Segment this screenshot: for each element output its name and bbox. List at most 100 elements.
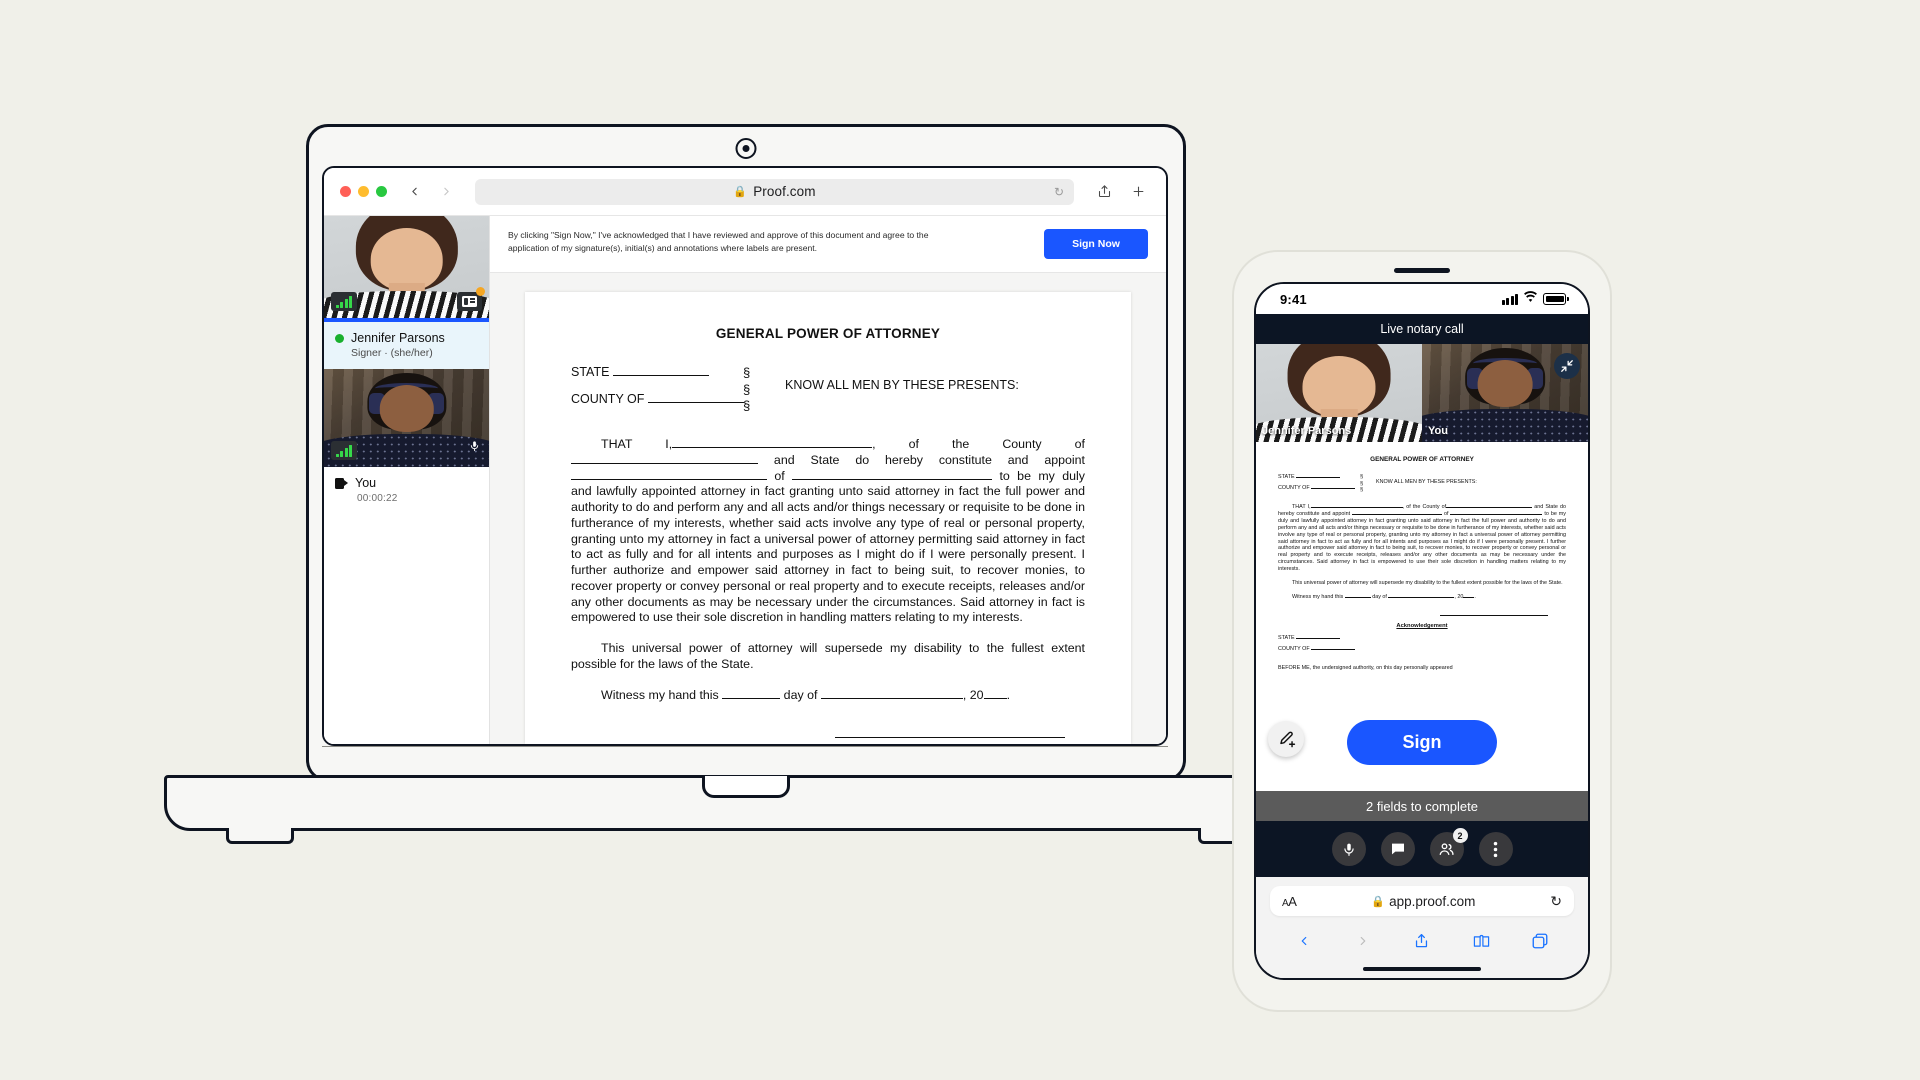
minimize-fullscreen-icon[interactable] [1554,353,1580,379]
phone-p3-witness: Witness my hand this [1292,593,1344,600]
scene: 🔒 Proof.com ↻ Jennifer Parsons Signer · … [0,0,1920,1080]
window-traffic-lights[interactable] [340,186,387,197]
document-scroll-area[interactable]: GENERAL POWER OF ATTORNEY STATE COUNTY O… [490,273,1166,744]
safari-forward-button[interactable] [1350,928,1376,954]
share-icon[interactable] [1092,180,1116,204]
attorney-name-blank[interactable] [571,478,767,480]
p3-period: . [1006,687,1011,702]
document-page: GENERAL POWER OF ATTORNEY STATE COUNTY O… [525,292,1131,744]
phone-county-blank[interactable] [1311,488,1356,489]
phone-call-controls: 2 [1256,821,1588,877]
section-marks: § § § [743,365,785,415]
sign-now-button[interactable]: Sign Now [1044,229,1148,259]
participant-video-jennifer[interactable] [324,216,489,322]
browser-toolbar: 🔒 Proof.com ↻ [324,168,1166,216]
phone-section-mark-3: § [1360,487,1364,494]
day-blank[interactable] [722,697,781,699]
phone-signature-line[interactable] [1440,614,1548,616]
principal-name-blank[interactable] [672,447,873,448]
phone-ack-state-label: STATE [1278,634,1295,641]
phone-document-area[interactable]: GENERAL POWER OF ATTORNEY STATE COUNTY O… [1256,442,1588,821]
safari-url-wrap: 🔒 app.proof.com [1297,894,1551,909]
attorney-address-blank[interactable] [792,478,993,480]
participant-row-jennifer[interactable]: Jennifer Parsons Signer · (she/her) [324,322,489,369]
safari-address-bar-wrap: AA 🔒 app.proof.com ↻ [1256,877,1588,920]
lock-icon: 🔒 [1371,895,1386,908]
year-blank[interactable] [983,697,1007,699]
phone-attorney-addr-blank[interactable] [1450,513,1543,515]
phone-document-title: GENERAL POWER OF ATTORNEY [1370,456,1474,463]
participant-row-you[interactable]: You 00:00:22 [324,467,489,514]
phone-section-marks: § § § [1360,474,1376,496]
phone-ack-state-blank[interactable] [1296,637,1341,639]
microphone-icon[interactable] [469,439,480,458]
phone-ack-county-blank[interactable] [1311,648,1356,650]
safari-tabs-button[interactable] [1527,928,1553,954]
p3-witness: Witness my hand this [601,687,719,702]
signal-strength-icon [331,292,357,311]
phone-tile-label: You [1428,425,1448,437]
reload-icon[interactable]: ↻ [1054,185,1064,199]
maximize-window-button[interactable] [376,186,387,197]
phone-p1-of: of [1444,510,1449,517]
phone-status-bar: 9:41 [1256,284,1588,314]
safari-bookmarks-button[interactable] [1468,928,1494,954]
phone-tile-label: Jennifer Parsons [1262,425,1352,437]
phone-state-blank[interactable] [1296,477,1341,478]
signature-line[interactable] [835,737,1065,739]
status-time: 9:41 [1280,291,1307,307]
state-blank[interactable] [612,375,709,376]
participants-count-badge: 2 [1452,828,1468,843]
phone-paragraph-1: THAT I,, of the County of and State do h… [1278,504,1566,573]
sign-button[interactable]: Sign [1347,720,1497,765]
notification-dot [476,287,485,296]
participant-name: Jennifer Parsons [351,331,445,345]
participants-button[interactable]: 2 [1429,828,1468,866]
mic-button[interactable] [1331,832,1366,866]
phone-video-strip: Jennifer Parsons You [1256,344,1588,442]
phone-county-blank-2[interactable] [1446,507,1533,508]
phone-tile-jennifer[interactable]: Jennifer Parsons [1256,344,1422,442]
phone-attorney-blank[interactable] [1352,513,1443,515]
phone-month-blank[interactable] [1388,596,1455,598]
month-blank[interactable] [820,697,963,699]
p1-of: of [774,468,785,483]
home-indicator [1256,960,1588,978]
participant-role: Signer · (she/her) [351,347,433,359]
safari-reload-icon[interactable]: ↻ [1550,893,1562,910]
more-button[interactable] [1478,832,1513,866]
section-mark-1: § [743,365,751,380]
forward-button[interactable] [435,181,457,203]
safari-share-button[interactable] [1409,928,1435,954]
document-pane: By clicking "Sign Now," I've acknowledge… [490,216,1166,744]
phone-paragraph-2: This universal power of attorney will su… [1292,580,1563,587]
participants-sidebar: Jennifer Parsons Signer · (she/her) You … [324,216,490,744]
close-window-button[interactable] [340,186,351,197]
phone-day-blank[interactable] [1344,596,1371,598]
chat-button[interactable] [1380,832,1415,866]
county-blank[interactable] [647,402,744,403]
safari-address-bar[interactable]: AA 🔒 app.proof.com ↻ [1270,886,1574,916]
address-bar[interactable]: 🔒 Proof.com ↻ [475,178,1074,205]
pencil-plus-icon[interactable] [1268,721,1304,757]
phone-principal-blank[interactable] [1310,507,1403,508]
participant-video-you[interactable] [324,369,489,467]
phone-device: 9:41 Live notary call Jennifer Parsons Y… [1232,250,1612,1012]
phone-section-mark-1: § [1360,474,1364,480]
county-blank-2[interactable] [571,462,758,464]
phone-p1-that-i: THAT I, [1292,504,1311,510]
minimize-window-button[interactable] [358,186,369,197]
back-button[interactable] [403,181,425,203]
cellular-signal-icon [1502,293,1518,305]
green-status-dot-icon [335,333,344,343]
phone-year-blank[interactable] [1463,596,1475,598]
phone-p1-county: , of the County of [1402,504,1447,510]
text-size-button[interactable]: AA [1282,894,1297,909]
section-mark-3: § [743,398,751,413]
phone-speaker [1394,268,1450,273]
p1-body: to be my duly and lawfully appointed att… [571,468,1085,625]
call-timer: 00:00:22 [357,493,398,504]
safari-back-button[interactable] [1291,928,1317,954]
new-tab-icon[interactable] [1126,180,1150,204]
jennifer-signal-badge [331,292,357,311]
